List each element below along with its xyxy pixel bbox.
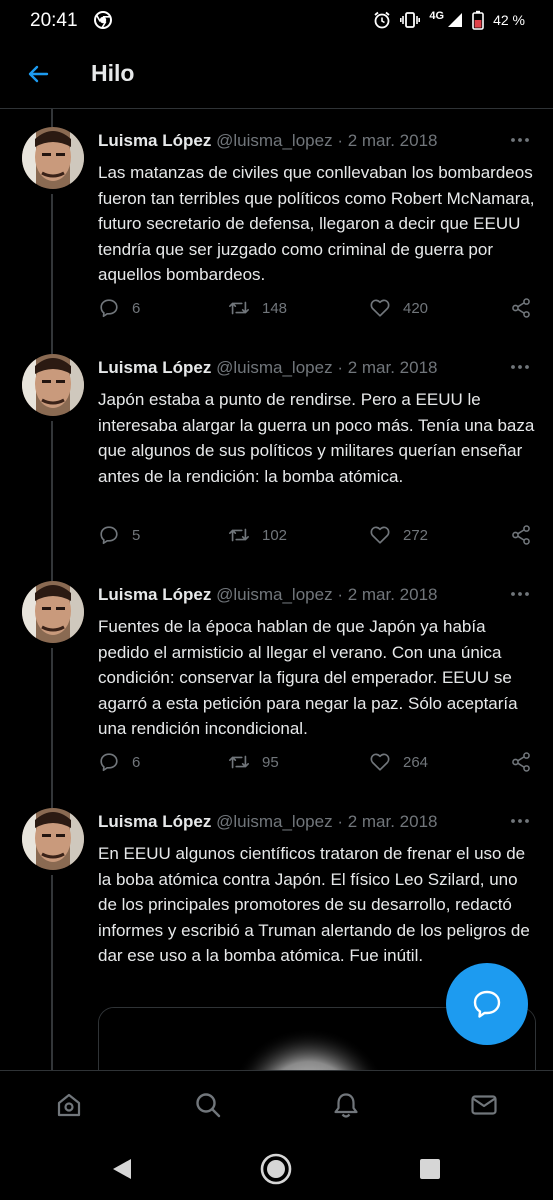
author-handle[interactable]: @luisma_lopez <box>216 358 332 377</box>
search-icon[interactable] <box>194 1091 222 1119</box>
status-bar: 20:41 4G 42 % <box>0 0 553 40</box>
tweet-header: Luisma López @luisma_lopez · 2 mar. 2018 <box>98 358 438 378</box>
share-icon <box>512 298 530 318</box>
reply-button[interactable]: 6 <box>98 751 140 773</box>
like-count: 272 <box>403 526 429 544</box>
share-icon <box>512 752 530 772</box>
battery-percent: 42 % <box>493 12 525 28</box>
like-count: 420 <box>403 299 429 317</box>
avatar[interactable] <box>22 581 84 643</box>
status-icons: 4G 42 % <box>373 10 525 30</box>
author-name[interactable]: Luisma López <box>98 358 211 377</box>
retweet-button[interactable]: 148 <box>228 297 287 319</box>
tweet-date[interactable]: 2 mar. 2018 <box>348 358 438 377</box>
retweet-count: 102 <box>262 526 288 544</box>
tweet-text: Japón estaba a punto de rendirse. Pero a… <box>98 390 535 486</box>
home-icon[interactable] <box>55 1091 83 1119</box>
signal-icon <box>448 13 463 27</box>
tweet-header: Luisma López @luisma_lopez · 2 mar. 2018 <box>98 131 438 151</box>
bell-icon[interactable] <box>332 1091 360 1119</box>
tweet[interactable]: Luisma López @luisma_lopez · 2 mar. 2018… <box>0 336 553 563</box>
author-name[interactable]: Luisma López <box>98 812 211 831</box>
retweet-button[interactable]: 102 <box>228 524 287 546</box>
more-icon[interactable] <box>509 810 531 832</box>
author-handle[interactable]: @luisma_lopez <box>216 812 332 831</box>
more-icon[interactable] <box>509 356 531 378</box>
thread-timeline[interactable]: Luisma López @luisma_lopez · 2 mar. 2018… <box>0 109 553 1070</box>
tweet[interactable]: Luisma López @luisma_lopez · 2 mar. 2018… <box>0 563 553 790</box>
arrow-left-icon[interactable] <box>26 62 50 86</box>
tweet-date[interactable]: 2 mar. 2018 <box>348 812 438 831</box>
tweet[interactable]: Luisma López @luisma_lopez · 2 mar. 2018… <box>0 109 553 336</box>
tweet-date[interactable]: 2 mar. 2018 <box>348 131 438 150</box>
reply-button[interactable]: 6 <box>98 297 140 319</box>
author-handle[interactable]: @luisma_lopez <box>216 585 332 604</box>
battery-icon <box>472 10 484 30</box>
heart-icon <box>370 299 390 317</box>
alarm-icon <box>374 11 390 29</box>
separator: · <box>337 358 343 377</box>
heart-icon <box>370 753 390 771</box>
more-icon[interactable] <box>509 129 531 151</box>
status-time: 20:41 <box>30 10 78 31</box>
retweet-count: 148 <box>262 299 288 317</box>
reply-button[interactable]: 5 <box>98 524 140 546</box>
retweet-count: 95 <box>262 753 279 771</box>
like-count: 264 <box>403 753 429 771</box>
vibrate-icon <box>400 12 421 28</box>
thread-header: Hilo <box>0 40 553 109</box>
page-title: Hilo <box>91 60 135 86</box>
share-button[interactable] <box>510 297 544 319</box>
avatar[interactable] <box>22 127 84 189</box>
avatar[interactable] <box>22 354 84 416</box>
retweet-icon <box>229 301 249 315</box>
network-type: 4G <box>429 10 445 22</box>
separator: · <box>337 812 343 831</box>
author-handle[interactable]: @luisma_lopez <box>216 131 332 150</box>
back-triangle-icon[interactable] <box>111 1157 133 1181</box>
author-name[interactable]: Luisma López <box>98 585 211 604</box>
like-button[interactable]: 420 <box>369 297 428 319</box>
author-name[interactable]: Luisma López <box>98 131 211 150</box>
share-button[interactable] <box>510 524 544 546</box>
heart-icon <box>370 526 390 544</box>
system-navigation <box>0 1140 553 1200</box>
tweet-header: Luisma López @luisma_lopez · 2 mar. 2018 <box>98 585 438 605</box>
tweet-text: Las matanzas de civiles que conllevaban … <box>98 163 535 284</box>
tweet-header: Luisma López @luisma_lopez · 2 mar. 2018 <box>98 812 438 832</box>
separator: · <box>337 585 343 604</box>
tweet-text: Fuentes de la época hablan de que Japón … <box>98 617 518 738</box>
share-icon <box>512 525 530 545</box>
tweet-actions: 6 148 420 <box>98 297 538 327</box>
retweet-icon <box>229 528 249 542</box>
mail-icon[interactable] <box>470 1091 498 1119</box>
share-button[interactable] <box>510 751 544 773</box>
retweet-button[interactable]: 95 <box>228 751 279 773</box>
more-icon[interactable] <box>509 583 531 605</box>
like-button[interactable]: 272 <box>369 524 428 546</box>
compose-message-button[interactable] <box>446 963 528 1045</box>
reply-count: 6 <box>132 299 141 317</box>
reply-icon <box>100 299 118 318</box>
reply-icon <box>100 753 118 772</box>
reply-count: 5 <box>132 526 141 544</box>
compose-message-icon <box>473 990 501 1018</box>
recents-square-icon[interactable] <box>419 1158 441 1180</box>
home-circle-icon[interactable] <box>259 1152 293 1186</box>
reply-count: 6 <box>132 753 141 771</box>
tweet-actions: 5 102 272 <box>98 524 538 554</box>
retweet-icon <box>229 755 249 769</box>
avatar[interactable] <box>22 808 84 870</box>
tweet-date[interactable]: 2 mar. 2018 <box>348 585 438 604</box>
bottom-navigation <box>0 1070 553 1141</box>
tweet-text: En EEUU algunos científicos trataron de … <box>98 844 530 965</box>
like-button[interactable]: 264 <box>369 751 428 773</box>
reply-icon <box>100 526 118 545</box>
separator: · <box>337 131 343 150</box>
chrome-icon <box>94 11 112 29</box>
tweet-actions: 6 95 264 <box>98 751 538 781</box>
